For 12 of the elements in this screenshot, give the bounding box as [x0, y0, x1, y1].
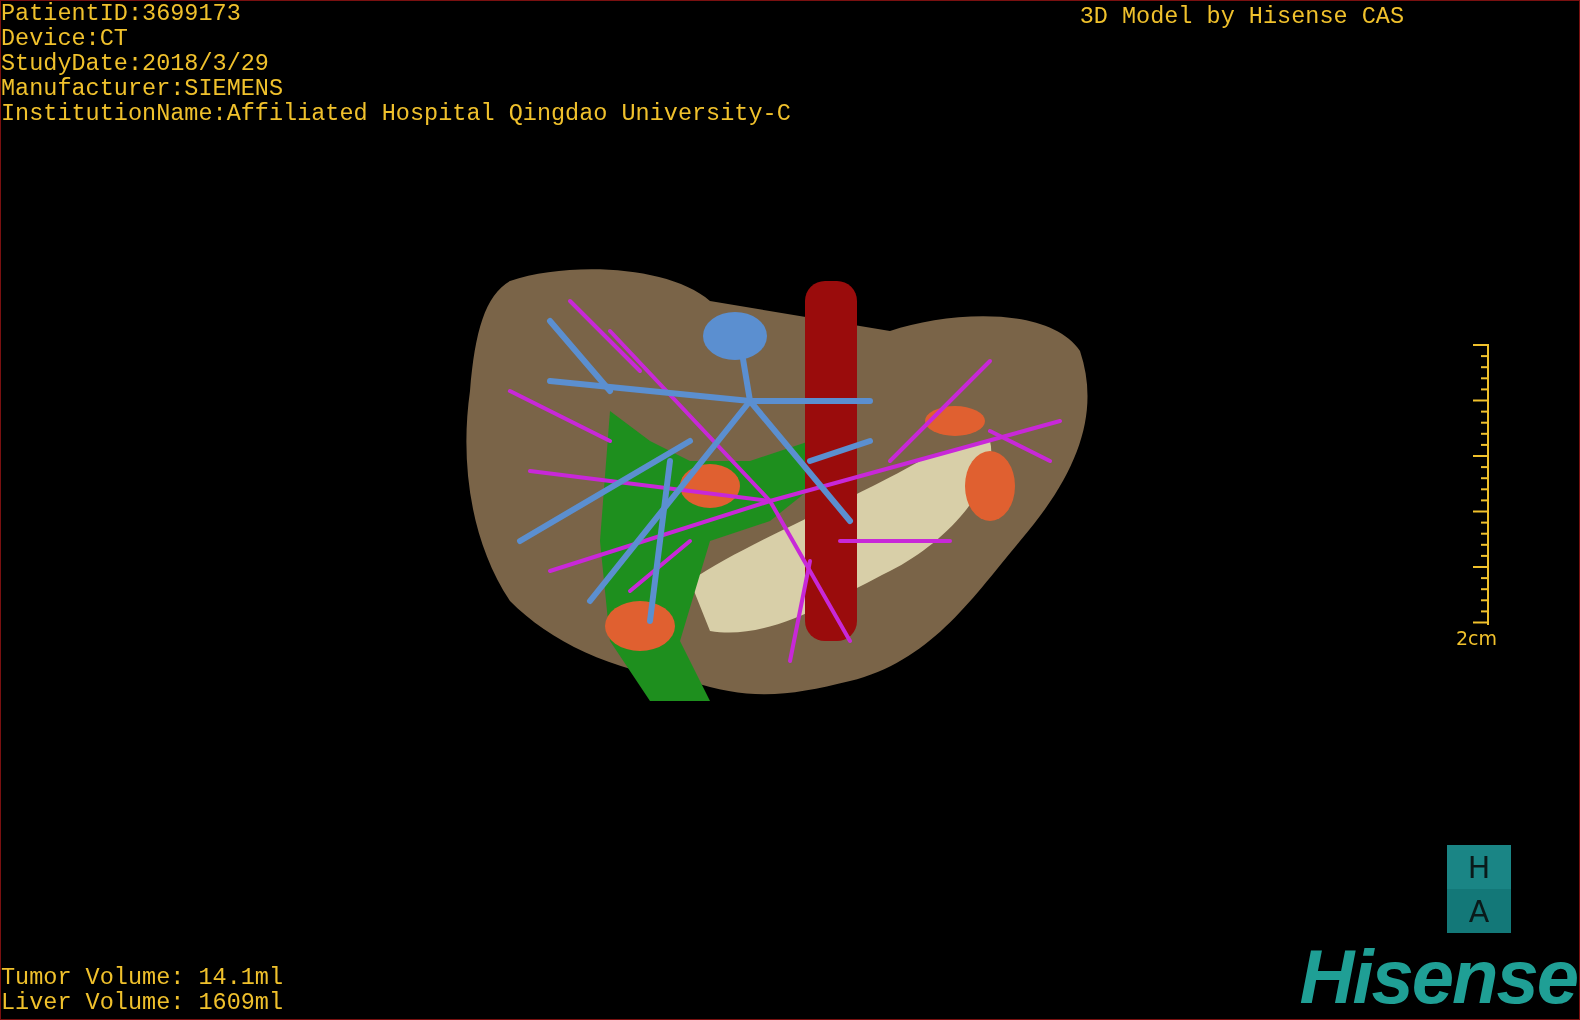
model-title: 3D Model by Hisense CAS — [1079, 4, 1404, 29]
patient-info-text: InstitutionName:Affiliated Hospital Qingdao University-C — [1, 101, 791, 126]
patient-info-text: Manufacturer:SIEMENS — [1, 76, 285, 101]
volume-text: Liver Volume: 1609ml — [1, 990, 284, 1015]
patient-info-text: Device:CT — [1, 26, 129, 51]
brand-logo: Hisense — [1299, 945, 1577, 1009]
orientation-cube-face[interactable]: H — [1447, 845, 1511, 889]
volume-text: Tumor Volume: 14.1ml — [1, 965, 284, 990]
scale-label: 2cm — [1455, 626, 1497, 649]
orientation-cube-face[interactable]: A — [1447, 889, 1511, 933]
patient-info-text: PatientID:3699173 — [1, 1, 242, 26]
patient-info-text: StudyDate:2018/3/29 — [1, 51, 270, 76]
